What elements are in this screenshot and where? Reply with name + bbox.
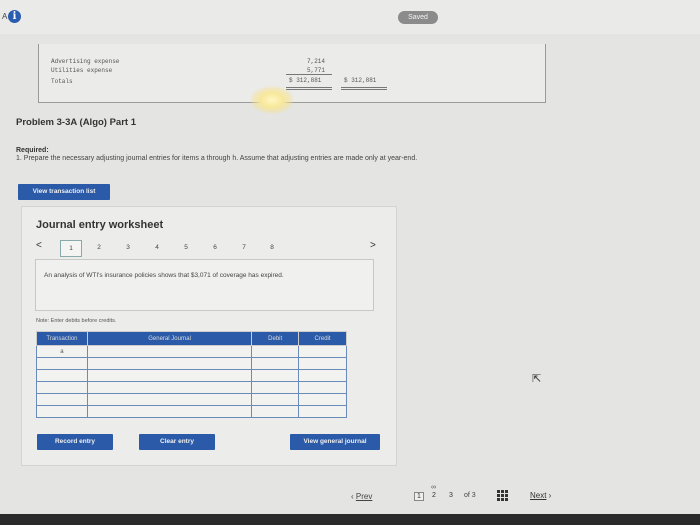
transaction-cell: a (36, 345, 88, 358)
top-bar: A i Saved (0, 0, 700, 34)
debit-input[interactable] (251, 357, 300, 370)
worksheet-tab-1[interactable]: 1 (60, 240, 82, 257)
table-row: a (36, 345, 347, 358)
prev-page-label: Prev (355, 492, 373, 501)
worksheet-tab-2[interactable]: 2 (92, 244, 106, 251)
account-input[interactable] (86, 393, 253, 406)
mouse-cursor-icon: ⇱ (532, 373, 542, 385)
clear-entry-button[interactable]: Clear entry (139, 434, 215, 450)
worksheet-tab-5[interactable]: 5 (179, 244, 193, 251)
divider (341, 87, 387, 88)
summary-value-utilities: 5,771 (307, 67, 326, 74)
credit-input[interactable] (298, 357, 347, 370)
link-icon: ∞ (431, 484, 436, 491)
bottom-bezel (0, 514, 700, 525)
page-1-button[interactable]: 1 (414, 492, 424, 501)
debit-input[interactable] (251, 369, 300, 382)
worksheet-tab-8[interactable]: 8 (265, 244, 279, 251)
worksheet-prev-button[interactable]: < (36, 240, 42, 251)
table-row (36, 381, 347, 394)
summary-total-credit: $ 312,881 (344, 77, 377, 84)
credit-input[interactable] (298, 345, 347, 358)
worksheet-tab-4[interactable]: 4 (150, 244, 164, 251)
account-input[interactable] (86, 381, 253, 394)
required-label: Required: (16, 147, 49, 154)
required-text: 1. Prepare the necessary adjusting journ… (16, 155, 418, 162)
worksheet-tab-7[interactable]: 7 (237, 244, 251, 251)
transaction-description: An analysis of WTI's insurance policies … (44, 272, 284, 279)
view-general-journal-button[interactable]: View general journal (290, 434, 380, 450)
summary-label-utilities: Utilities expense (51, 67, 113, 74)
journal-entry-worksheet: Journal entry worksheet < 1 2 3 4 5 6 7 … (21, 206, 397, 466)
credit-input[interactable] (298, 381, 347, 394)
table-row (36, 369, 347, 382)
account-input[interactable] (86, 405, 253, 418)
transaction-cell (36, 393, 88, 406)
record-entry-button[interactable]: Record entry (37, 434, 113, 450)
divider (286, 89, 332, 90)
page-2-button[interactable]: 2 (432, 492, 436, 499)
prev-page-button[interactable]: ‹ Prev (351, 492, 372, 501)
credit-input[interactable] (298, 405, 347, 418)
divider (286, 87, 332, 88)
transaction-cell (36, 357, 88, 370)
problem-title: Problem 3-3A (Algo) Part 1 (16, 117, 137, 128)
credit-input[interactable] (298, 369, 347, 382)
transaction-cell (36, 405, 88, 418)
debit-input[interactable] (251, 393, 300, 406)
summary-value-advertising: 7,214 (307, 58, 326, 65)
table-row (36, 405, 347, 418)
table-row (36, 357, 347, 370)
debit-input[interactable] (251, 381, 300, 394)
summary-label-totals: Totals (51, 78, 73, 85)
page-total: of 3 (464, 492, 476, 499)
summary-label-advertising: Advertising expense (51, 58, 120, 65)
worksheet-tab-3[interactable]: 3 (121, 244, 135, 251)
transaction-cell (36, 381, 88, 394)
account-input[interactable] (86, 345, 253, 358)
transaction-description-box: An analysis of WTI's insurance policies … (35, 259, 374, 311)
worksheet-title: Journal entry worksheet (36, 219, 164, 231)
header-transaction: Transaction (36, 331, 88, 346)
view-transaction-list-button[interactable]: View transaction list (18, 184, 110, 200)
grid-icon[interactable] (497, 490, 508, 501)
journal-table: Transaction General Journal Debit Credit… (36, 331, 347, 418)
divider (341, 89, 387, 90)
transaction-cell (36, 369, 88, 382)
next-page-label: Next (530, 491, 547, 500)
page-3-button[interactable]: 3 (449, 492, 453, 499)
next-page-button[interactable]: Next › (530, 491, 551, 500)
credit-input[interactable] (298, 393, 347, 406)
worksheet-next-button[interactable]: > (370, 240, 376, 251)
debit-input[interactable] (251, 345, 300, 358)
account-input[interactable] (86, 369, 253, 382)
worksheet-tab-6[interactable]: 6 (208, 244, 222, 251)
account-input[interactable] (86, 357, 253, 370)
saved-status-button: Saved (398, 11, 438, 24)
info-icon[interactable]: i (8, 10, 21, 23)
debit-input[interactable] (251, 405, 300, 418)
header-general-journal: General Journal (86, 331, 253, 346)
alpha-label: A (2, 12, 8, 21)
screen-glare (250, 86, 294, 114)
header-debit: Debit (251, 331, 300, 346)
header-credit: Credit (298, 331, 347, 346)
entry-note: Note: Enter debits before credits. (36, 318, 117, 324)
divider (286, 74, 332, 75)
summary-total-debit: $ 312,881 (289, 77, 322, 84)
table-row (36, 393, 347, 406)
